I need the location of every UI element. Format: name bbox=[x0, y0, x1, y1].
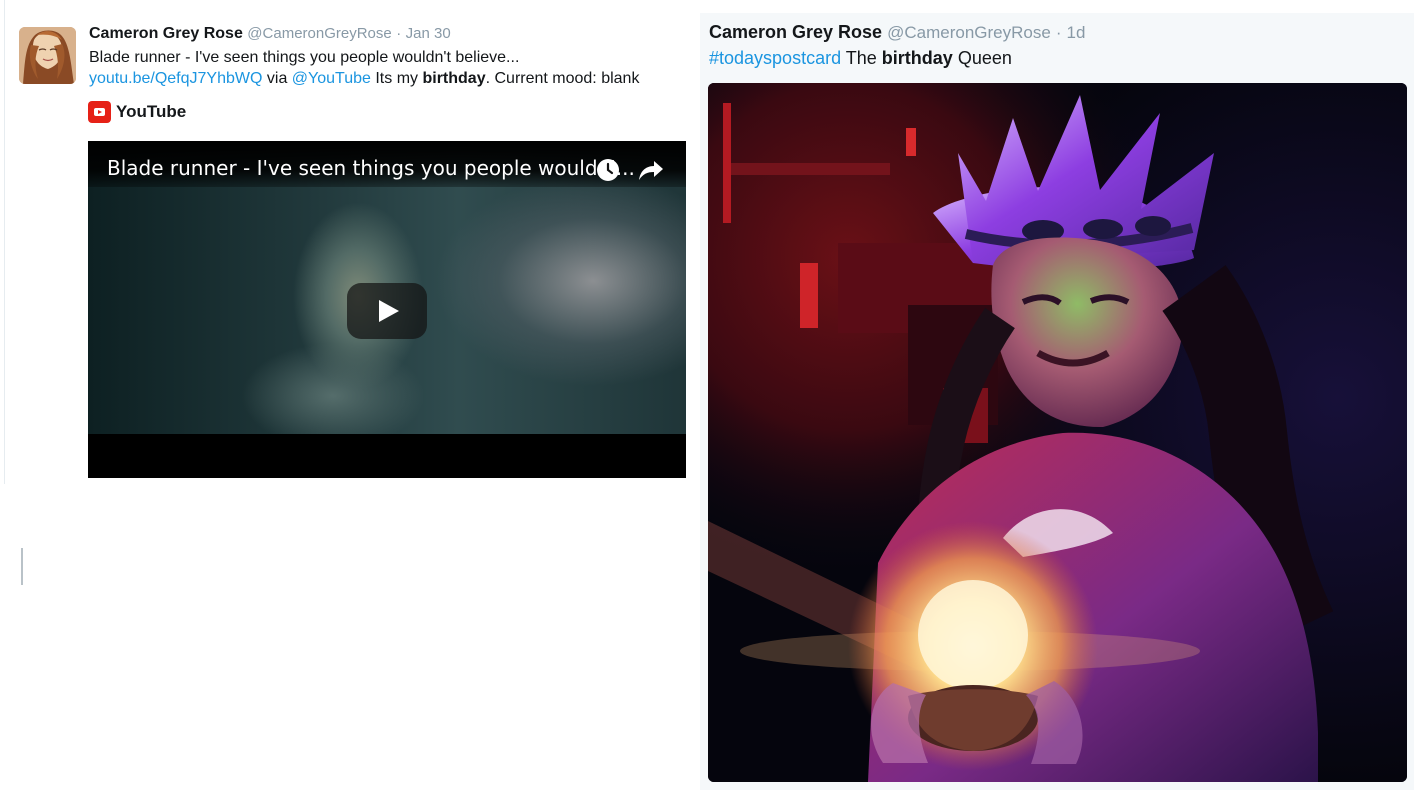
header-separator: · bbox=[396, 25, 402, 42]
timeline-divider bbox=[4, 0, 5, 484]
youtube-icon bbox=[88, 101, 111, 123]
tweet-text-line1: Blade runner - I've seen things you peop… bbox=[89, 49, 520, 66]
tweet-right: Cameron Grey Rose @CameronGreyRose · 1d … bbox=[700, 13, 1414, 790]
text-cursor bbox=[21, 548, 23, 585]
tweet-timestamp-right[interactable]: 1d bbox=[1067, 23, 1086, 42]
video-title[interactable]: Blade runner - I've seen things you peop… bbox=[107, 156, 635, 180]
tweet-header-right: Cameron Grey Rose @CameronGreyRose · 1d bbox=[709, 21, 1085, 44]
clock-icon[interactable] bbox=[596, 158, 620, 182]
play-icon[interactable] bbox=[347, 283, 427, 339]
author-handle-right[interactable]: @CameronGreyRose bbox=[887, 23, 1051, 42]
tweet-text: Blade runner - I've seen things you peop… bbox=[89, 47, 679, 89]
author-handle[interactable]: @CameronGreyRose bbox=[247, 25, 391, 42]
tweet-text-end: . Current mood: blank bbox=[485, 70, 640, 87]
author-name-right[interactable]: Cameron Grey Rose bbox=[709, 22, 882, 42]
tweet-text-mid: Its my bbox=[370, 70, 423, 87]
video-player[interactable]: Blade runner - I've seen things you peop… bbox=[88, 141, 686, 478]
avatar[interactable] bbox=[19, 27, 76, 84]
highlight-word-right: birthday bbox=[881, 48, 953, 68]
card-source-label: YouTube bbox=[116, 102, 187, 121]
tweet-text-right: #todayspostcard The birthday Queen bbox=[709, 47, 1012, 69]
hashtag-link[interactable]: #todayspostcard bbox=[709, 48, 841, 68]
card-source[interactable]: YouTube bbox=[88, 101, 186, 123]
tweet-left: Cameron Grey Rose @CameronGreyRose · Jan… bbox=[0, 0, 700, 790]
tweet-photo[interactable] bbox=[708, 83, 1407, 782]
tweet-header: Cameron Grey Rose @CameronGreyRose · Jan… bbox=[89, 24, 451, 44]
right-text-end: Queen bbox=[952, 48, 1012, 68]
video-link[interactable]: youtu.be/QefqJ7YhbWQ bbox=[89, 70, 262, 87]
via-text: via bbox=[262, 70, 292, 87]
youtube-mention[interactable]: @YouTube bbox=[292, 70, 371, 87]
tweet-timestamp[interactable]: Jan 30 bbox=[406, 25, 451, 42]
right-text-mid: The bbox=[841, 48, 882, 68]
highlight-word: birthday bbox=[422, 70, 486, 87]
share-icon[interactable] bbox=[638, 159, 664, 181]
header-separator-right: · bbox=[1055, 23, 1062, 42]
author-name[interactable]: Cameron Grey Rose bbox=[89, 25, 243, 42]
